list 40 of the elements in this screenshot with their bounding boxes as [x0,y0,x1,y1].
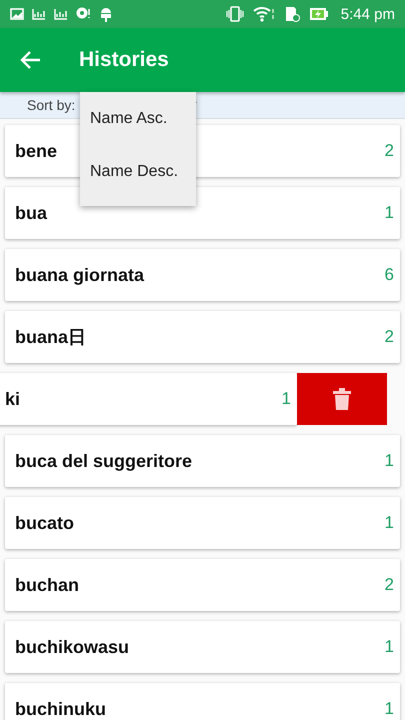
clock-time: 5:44 pm [340,6,395,22]
vibrate-icon [224,6,245,22]
back-arrow-icon[interactable] [20,49,42,71]
word-text: buana giornata [15,264,146,286]
count-text: 2 [384,141,394,161]
history-card[interactable]: buana日 2 [5,311,400,363]
count-text: 6 [384,265,394,285]
chart-icon [32,8,46,20]
history-card[interactable]: bucato 1 [5,497,400,549]
count-text: 1 [282,389,291,409]
word-text: buchan [15,574,80,596]
history-card[interactable]: buana giornata 6 [5,249,400,301]
screen-title: Histories [79,48,169,72]
count-text: 2 [384,327,394,347]
history-card[interactable]: buca del suggeritore 1 [5,435,400,487]
history-card[interactable]: buchinuku 1 [5,683,400,720]
word-text: bua [15,202,48,224]
chart-icon [54,8,68,20]
delete-button[interactable] [297,373,387,425]
wifi-icon [252,6,275,22]
battery-icon [308,7,329,21]
word-text: bucato [15,512,76,534]
word-text: ki [5,388,22,410]
image-icon [10,8,24,20]
word-text: bene [15,140,58,162]
history-card[interactable]: buchan 2 [5,559,400,611]
count-text: 1 [384,699,394,719]
sort-label: Sort by: [27,97,76,113]
word-text: buana日 [15,326,88,349]
count-text: 1 [384,513,394,533]
history-card[interactable]: ki 1 [0,373,297,425]
word-text: buchinuku [15,698,107,720]
count-text: 1 [384,637,394,657]
count-text: 2 [384,575,394,595]
history-card[interactable]: buchikowasu 1 [5,621,400,673]
word-text: buchikowasu [15,636,130,658]
word-text: buca del suggeritore [15,450,194,472]
count-text: 1 [384,203,394,223]
count-text: 1 [384,451,394,471]
trash-icon [332,388,352,410]
